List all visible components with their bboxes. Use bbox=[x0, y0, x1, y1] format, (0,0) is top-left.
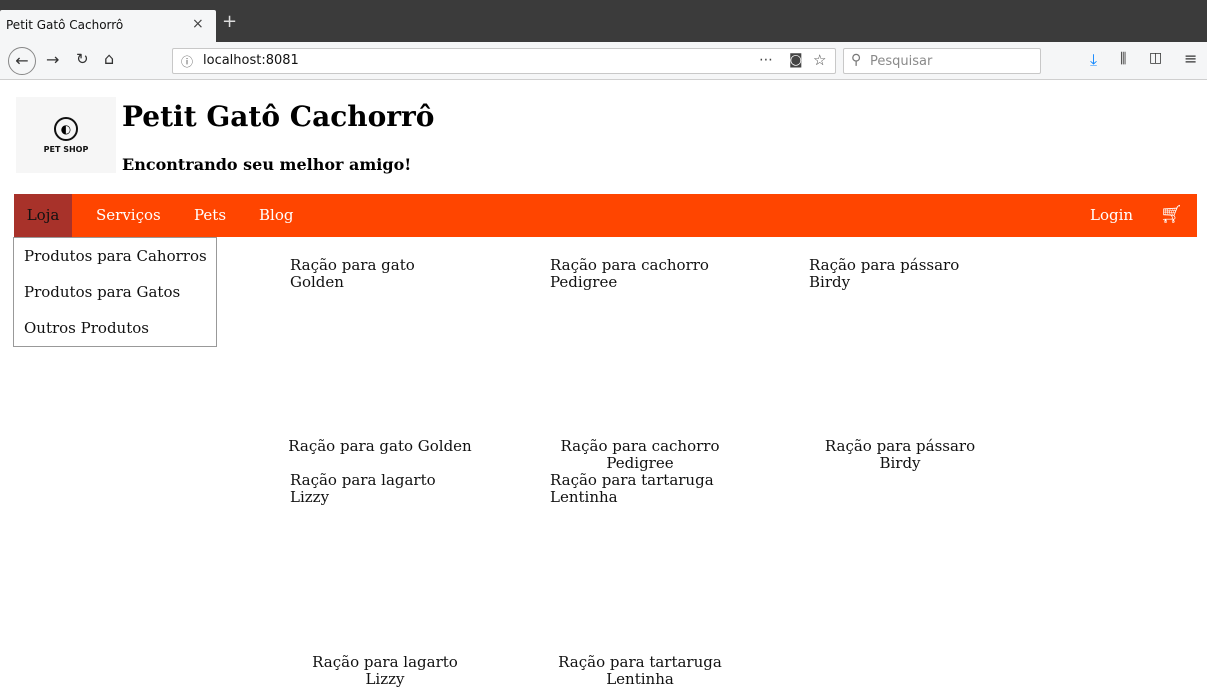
url-bar[interactable]: ⓘ localhost:8081 ⋯ ◙ ☆ bbox=[172, 48, 836, 74]
back-arrow-icon[interactable]: ← bbox=[8, 47, 36, 75]
product-brand: Lizzy bbox=[290, 488, 330, 506]
close-icon[interactable]: × bbox=[192, 16, 204, 32]
caption-line: Birdy bbox=[879, 454, 921, 472]
caption-lagarto-lizzy: Ração para lagarto Lizzy bbox=[275, 654, 495, 688]
browser-tab[interactable]: Petit Gatô Cachorrô × bbox=[0, 10, 216, 42]
search-bar[interactable]: ⚲ bbox=[843, 48, 1041, 74]
dropdown-item-gatos[interactable]: Produtos para Gatos bbox=[24, 283, 180, 301]
product-name: Ração para lagarto bbox=[290, 471, 436, 489]
logo-text: PET SHOP bbox=[43, 145, 89, 154]
product-gato-golden[interactable]: Ração para gato Golden bbox=[290, 257, 415, 291]
product-name: Ração para gato bbox=[290, 256, 415, 274]
nav-item-blog[interactable]: Blog bbox=[259, 194, 293, 237]
product-brand: Birdy bbox=[809, 273, 851, 291]
product-brand: Pedigree bbox=[550, 273, 618, 291]
dropdown-item-cachorros[interactable]: Produtos para Cahorros bbox=[24, 247, 207, 265]
new-tab-icon[interactable]: + bbox=[222, 11, 237, 32]
login-link[interactable]: Login bbox=[1090, 194, 1133, 237]
library-icon[interactable]: ⫼ bbox=[1120, 51, 1126, 67]
search-input[interactable] bbox=[870, 51, 1035, 71]
loja-dropdown-menu: Produtos para Cahorros Produtos para Gat… bbox=[13, 237, 217, 347]
main-navigation: Loja Serviços Pets Blog Login 🛒︎ bbox=[14, 194, 1197, 237]
shopping-cart-icon[interactable]: 🛒︎ bbox=[1160, 204, 1183, 225]
forward-arrow-icon[interactable]: → bbox=[46, 50, 59, 69]
product-tartaruga-lentinha[interactable]: Ração para tartaruga Lentinha bbox=[550, 472, 714, 506]
caption-line: Ração para gato Golden bbox=[288, 437, 472, 455]
nav-item-pets[interactable]: Pets bbox=[194, 194, 226, 237]
caption-gato-golden: Ração para gato Golden bbox=[270, 438, 490, 455]
caption-line: Ração para lagarto bbox=[312, 653, 458, 671]
menu-icon[interactable]: ≡ bbox=[1184, 49, 1197, 68]
caption-line: Ração para cachorro bbox=[560, 437, 720, 455]
site-title: Petit Gatô Cachorrô bbox=[122, 100, 435, 133]
dog-logo-icon: ◐ bbox=[54, 117, 78, 141]
tab-title: Petit Gatô Cachorrô bbox=[6, 18, 124, 32]
pet-shop-logo: ◐ PET SHOP bbox=[16, 97, 116, 173]
caption-line: Ração para tartaruga bbox=[558, 653, 722, 671]
url-text[interactable]: localhost:8081 bbox=[203, 53, 299, 68]
caption-line: Ração para pássaro bbox=[824, 437, 976, 455]
download-icon[interactable]: ⤓ bbox=[1090, 50, 1097, 70]
more-actions-icon[interactable]: ⋯ bbox=[759, 52, 773, 68]
product-name: Ração para cachorro bbox=[550, 256, 709, 274]
product-brand: Lentinha bbox=[550, 488, 618, 506]
caption-tartaruga-lentinha: Ração para tartaruga Lentinha bbox=[530, 654, 750, 688]
product-name: Ração para pássaro bbox=[809, 256, 960, 274]
caption-cachorro-pedigree: Ração para cachorro Pedigree bbox=[530, 438, 750, 472]
caption-passaro-birdy: Ração para pássaro Birdy bbox=[790, 438, 1010, 472]
caption-line: Pedigree bbox=[606, 454, 674, 472]
nav-item-servicos[interactable]: Serviços bbox=[96, 194, 161, 237]
pocket-icon[interactable]: ◙ bbox=[789, 52, 803, 68]
nav-item-loja[interactable]: Loja bbox=[14, 194, 72, 237]
browser-toolbar: ← → ↻ ⌂ ⓘ localhost:8081 ⋯ ◙ ☆ ⚲ ⤓ ⫼ ◫ ≡ bbox=[0, 42, 1207, 80]
dropdown-item-outros[interactable]: Outros Produtos bbox=[24, 319, 149, 337]
product-cachorro-pedigree[interactable]: Ração para cachorro Pedigree bbox=[550, 257, 709, 291]
site-subtitle: Encontrando seu melhor amigo! bbox=[122, 155, 412, 174]
product-name: Ração para tartaruga bbox=[550, 471, 714, 489]
caption-line: Lentinha bbox=[606, 670, 674, 688]
sidebar-icon[interactable]: ◫ bbox=[1149, 50, 1162, 66]
caption-line: Lizzy bbox=[365, 670, 405, 688]
home-icon[interactable]: ⌂ bbox=[104, 49, 114, 68]
search-icon: ⚲ bbox=[851, 52, 862, 68]
browser-tab-bar: Petit Gatô Cachorrô × + bbox=[0, 0, 1207, 42]
product-lagarto-lizzy[interactable]: Ração para lagarto Lizzy bbox=[290, 472, 436, 506]
product-brand: Golden bbox=[290, 273, 344, 291]
product-passaro-birdy[interactable]: Ração para pássaro Birdy bbox=[809, 257, 959, 291]
reload-icon[interactable]: ↻ bbox=[76, 50, 89, 68]
bookmark-star-icon[interactable]: ☆ bbox=[813, 51, 826, 69]
info-icon[interactable]: ⓘ bbox=[181, 53, 193, 70]
